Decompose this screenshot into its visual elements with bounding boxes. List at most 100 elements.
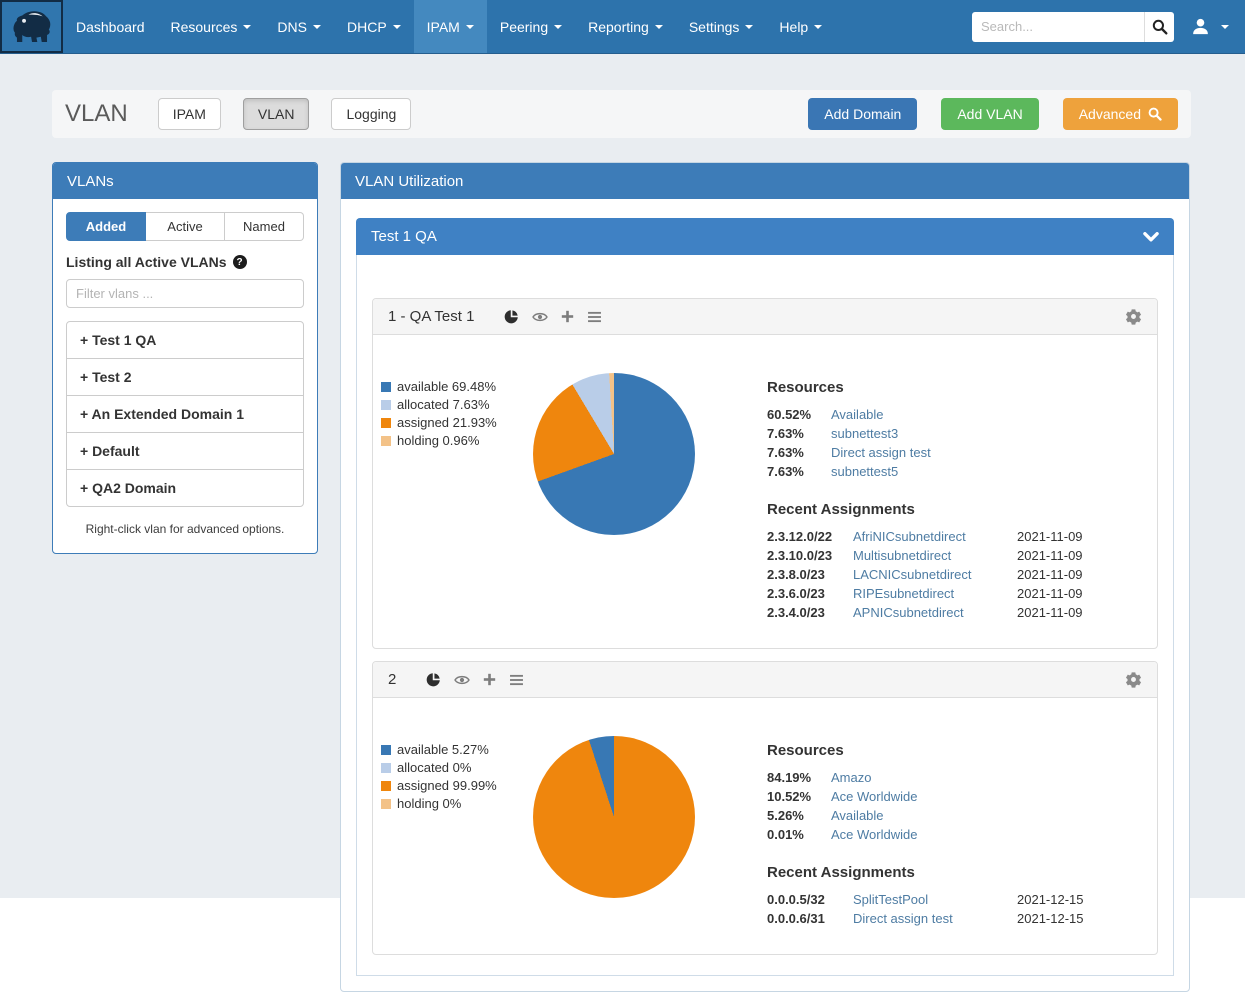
nav-item-dhcp[interactable]: DHCP	[334, 0, 414, 53]
pie-chart-icon[interactable]	[426, 672, 441, 687]
assignment-link[interactable]: LACNICsubnetdirect	[853, 567, 1011, 582]
sidebar-tab-named[interactable]: Named	[225, 212, 304, 241]
assignment-cidr: 2.3.10.0/23	[767, 548, 847, 563]
nav-item-label: Resources	[171, 19, 238, 35]
listing-label-row: Listing all Active VLANs ?	[66, 254, 304, 270]
card-body: available 69.48%allocated 7.63%assigned …	[373, 335, 1157, 648]
dropdown-caret-icon	[554, 25, 562, 29]
nav-item-label: Help	[779, 19, 808, 35]
vlan-list-item-test-2[interactable]: + Test 2	[67, 358, 303, 395]
pie-legend: available 69.48%allocated 7.63%assigned …	[381, 379, 533, 451]
assignment-row: 2.3.12.0/22AfriNICsubnetdirect2021-11-09	[767, 529, 1067, 544]
gear-icon[interactable]	[1125, 671, 1142, 688]
resource-row: 10.52%Ace Worldwide	[767, 789, 1067, 804]
content-area: VLANs AddedActiveNamed Listing all Activ…	[52, 162, 1190, 992]
vlan-utilization-panel: VLAN Utilization Test 1 QA 1 - QA Test 1	[340, 162, 1190, 992]
assignment-link[interactable]: Multisubnetdirect	[853, 548, 1011, 563]
menu-icon[interactable]	[509, 674, 524, 686]
card-tools	[504, 309, 602, 324]
sidebar-tab-active[interactable]: Active	[146, 212, 225, 241]
magnifier-icon	[1148, 107, 1162, 121]
vlan-list-item-test-1-qa[interactable]: + Test 1 QA	[67, 322, 303, 358]
provision-mammoth-logo[interactable]	[0, 0, 63, 53]
resource-link[interactable]: subnettest3	[831, 426, 1067, 441]
resource-link[interactable]: subnettest5	[831, 464, 1067, 479]
legend-item-assigned: assigned 21.93%	[381, 415, 533, 430]
resources-rows: 84.19%Amazo10.52%Ace Worldwide5.26%Avail…	[767, 770, 1067, 842]
resource-link[interactable]: Available	[831, 407, 1067, 422]
resource-link[interactable]: Amazo	[831, 770, 1067, 785]
resource-link[interactable]: Direct assign test	[831, 445, 1067, 460]
page-tab-ipam[interactable]: IPAM	[158, 98, 221, 130]
add-vlan-button[interactable]: Add VLAN	[941, 98, 1038, 130]
card-tools	[426, 672, 524, 687]
nav-item-dashboard[interactable]: Dashboard	[63, 0, 158, 53]
resource-percent: 0.01%	[767, 827, 825, 842]
nav-item-ipam[interactable]: IPAM	[414, 0, 487, 53]
sidebar-footnote: Right-click vlan for advanced options.	[66, 522, 304, 536]
pie-chart-icon[interactable]	[504, 309, 519, 324]
nav-item-resources[interactable]: Resources	[158, 0, 265, 53]
sidebar-panel-title: VLANs	[53, 163, 317, 199]
legend-text: available 5.27%	[397, 742, 489, 757]
resource-link[interactable]: Available	[831, 808, 1067, 823]
assignment-cidr: 0.0.0.5/32	[767, 892, 847, 907]
legend-item-available: available 5.27%	[381, 742, 533, 757]
nav-item-help[interactable]: Help	[766, 0, 835, 53]
assignment-date: 2021-11-09	[1017, 548, 1083, 563]
assignment-link[interactable]: Direct assign test	[853, 911, 1011, 926]
assignments-rows: 0.0.0.5/32SplitTestPool2021-12-150.0.0.6…	[767, 892, 1067, 926]
legend-swatch	[381, 799, 391, 809]
search-button[interactable]	[1144, 12, 1174, 42]
plus-icon[interactable]	[561, 310, 574, 323]
legend-text: allocated 7.63%	[397, 397, 490, 412]
card-header: 1 - QA Test 1	[373, 299, 1157, 335]
vlans-sidebar: VLANs AddedActiveNamed Listing all Activ…	[52, 162, 318, 554]
assignment-link[interactable]: SplitTestPool	[853, 892, 1011, 907]
section-collapse-bar[interactable]: Test 1 QA	[356, 218, 1174, 255]
dropdown-caret-icon	[655, 25, 663, 29]
menu-icon[interactable]	[587, 311, 602, 323]
vlan-list-item-qa2-domain[interactable]: + QA2 Domain	[67, 469, 303, 506]
page-tab-vlan[interactable]: VLAN	[243, 98, 310, 130]
resource-link[interactable]: Ace Worldwide	[831, 789, 1067, 804]
vlan-list-item-default[interactable]: + Default	[67, 432, 303, 469]
help-question-icon[interactable]: ?	[233, 255, 247, 269]
action-button-label: Advanced	[1079, 106, 1141, 122]
utilization-card: 2	[372, 661, 1158, 955]
legend-text: assigned 21.93%	[397, 415, 497, 430]
assignment-row: 2.3.6.0/23RIPEsubnetdirect2021-11-09	[767, 586, 1067, 601]
nav-item-dns[interactable]: DNS	[264, 0, 334, 53]
user-silhouette-icon	[1191, 17, 1210, 36]
nav-item-reporting[interactable]: Reporting	[575, 0, 676, 53]
nav-item-settings[interactable]: Settings	[676, 0, 767, 53]
resources-heading: Resources	[767, 742, 1067, 759]
assignment-link[interactable]: APNICsubnetdirect	[853, 605, 1011, 620]
plus-icon[interactable]	[483, 673, 496, 686]
nav-item-label: DHCP	[347, 19, 387, 35]
global-search-input[interactable]	[972, 12, 1144, 42]
eye-icon[interactable]	[532, 311, 548, 323]
assignment-link[interactable]: RIPEsubnetdirect	[853, 586, 1011, 601]
user-menu[interactable]	[1191, 17, 1229, 36]
nav-item-peering[interactable]: Peering	[487, 0, 575, 53]
vlan-list-item-an-extended-domain-1[interactable]: + An Extended Domain 1	[67, 395, 303, 432]
vlan-filter-input[interactable]	[66, 279, 304, 308]
assignment-link[interactable]: AfriNICsubnetdirect	[853, 529, 1011, 544]
page-tab-logging[interactable]: Logging	[331, 98, 411, 130]
legend-text: holding 0%	[397, 796, 461, 811]
add-domain-button[interactable]: Add Domain	[808, 98, 917, 130]
advanced-button[interactable]: Advanced	[1063, 98, 1178, 130]
resource-link[interactable]: Ace Worldwide	[831, 827, 1067, 842]
nav-item-label: Peering	[500, 19, 548, 35]
gear-icon[interactable]	[1125, 308, 1142, 325]
pie-legend: available 5.27%allocated 0%assigned 99.9…	[381, 742, 533, 814]
resources-heading: Resources	[767, 379, 1067, 396]
assignment-date: 2021-12-15	[1017, 911, 1084, 926]
main-panel-title: VLAN Utilization	[341, 163, 1189, 199]
sidebar-tab-added[interactable]: Added	[66, 212, 146, 241]
legend-item-holding: holding 0.96%	[381, 433, 533, 448]
eye-icon[interactable]	[454, 674, 470, 686]
page-title: VLAN	[65, 100, 128, 128]
legend-item-allocated: allocated 0%	[381, 760, 533, 775]
